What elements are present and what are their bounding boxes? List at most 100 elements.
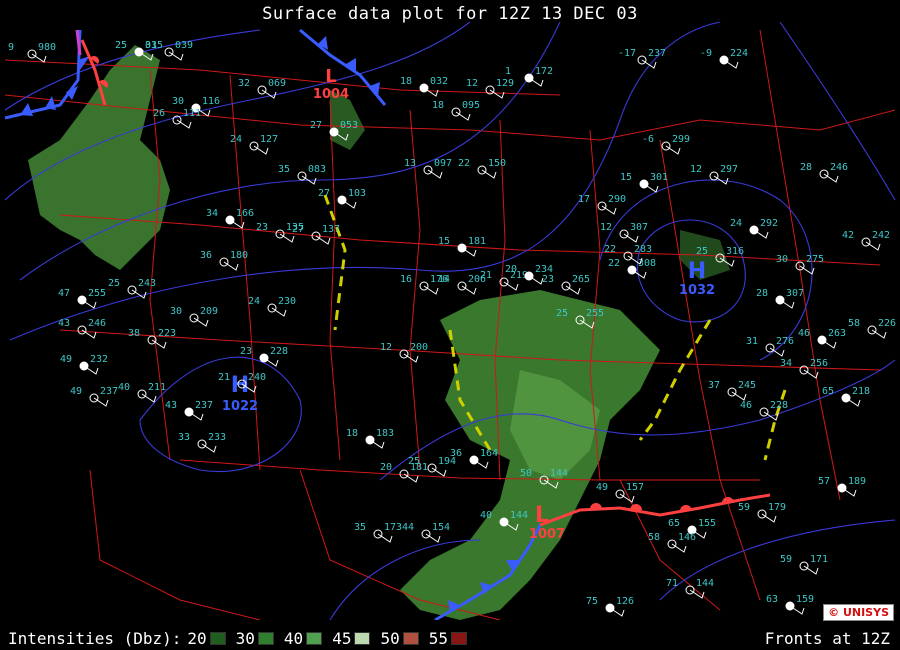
- station-pressure: 228: [270, 346, 288, 357]
- station-temperature: 46: [740, 400, 752, 411]
- station-plot: 18 032: [400, 76, 448, 97]
- station-plot: 24 292: [730, 218, 778, 239]
- station-plot: 28 307: [756, 288, 804, 309]
- wind-barb: [201, 443, 217, 453]
- station-plot: 12 129: [466, 78, 514, 99]
- station-pressure: 176: [430, 274, 448, 285]
- station-plot: -9 224: [700, 48, 748, 69]
- station-pressure: 255: [88, 288, 106, 299]
- low-center-south-value: 1007: [529, 527, 565, 542]
- surface-map-window: Surface data plot for 12Z 13 DEC 03 H 10…: [0, 0, 900, 650]
- station-temperature: 43: [165, 400, 177, 411]
- station-plot: 38 223: [128, 328, 176, 349]
- legend-swatch-40: [306, 632, 323, 645]
- station-pressure: 237: [195, 400, 213, 411]
- station-plot: 49 157: [596, 482, 644, 503]
- station-pressure: 200: [410, 342, 428, 353]
- station-pressure: 127: [260, 134, 278, 145]
- station-plot: 46 228: [740, 400, 788, 421]
- station-plot: 15 181: [438, 236, 486, 257]
- station-pressure: 297: [720, 164, 738, 175]
- station-pressure: 230: [278, 296, 296, 307]
- station-pressure: 246: [88, 318, 106, 329]
- wind-barb: [473, 459, 489, 469]
- station-pressure: 275: [806, 254, 824, 265]
- wind-barb: [779, 299, 795, 309]
- legend-swatch-50: [402, 632, 419, 645]
- station-temperature: 25: [408, 456, 420, 467]
- wind-barb: [223, 261, 239, 271]
- low-center-north: L: [325, 66, 336, 87]
- wind-barb: [871, 329, 887, 339]
- station-pressure: 129: [496, 78, 514, 89]
- wind-barb: [528, 275, 544, 285]
- station-plot: 13 097: [404, 158, 452, 179]
- station-plot: 18 095: [432, 100, 480, 121]
- wind-barb: [753, 229, 769, 239]
- fronts-label: Fronts at 12Z: [764, 629, 890, 648]
- station-temperature: 32: [238, 78, 250, 89]
- station-plot: 28 246: [800, 162, 848, 183]
- wind-barb: [431, 467, 447, 477]
- station-temperature: 20: [505, 264, 517, 275]
- wind-barb: [821, 339, 837, 349]
- station-plot: 49 232: [60, 354, 108, 375]
- station-temperature: 23: [542, 274, 554, 285]
- wind-barb: [565, 285, 581, 295]
- wind-barb: [671, 543, 687, 553]
- station-plot: 75 126: [586, 596, 634, 617]
- station-plot: 30 209: [170, 306, 218, 327]
- legend-level-40: 40: [283, 629, 304, 648]
- station-temperature: 28: [756, 288, 768, 299]
- station-temperature: 63: [766, 594, 778, 605]
- station-plot: 35 173: [354, 522, 402, 543]
- station-pressure: 301: [650, 172, 668, 183]
- station-pressure: 157: [626, 482, 644, 493]
- station-pressure: 111: [183, 108, 201, 119]
- station-pressure: 209: [200, 306, 218, 317]
- station-pressure: 144: [696, 578, 714, 589]
- station-plot: 36 164: [450, 448, 498, 469]
- station-temperature: 57: [818, 476, 830, 487]
- station-pressure: 256: [810, 358, 828, 369]
- station-plot: 49 237: [70, 386, 118, 407]
- wind-barb: [168, 51, 184, 61]
- station-pressure: 246: [830, 162, 848, 173]
- wind-barb: [841, 487, 857, 497]
- station-temperature: 40: [118, 382, 130, 393]
- station-pressure: 276: [776, 336, 794, 347]
- station-pressure: 166: [236, 208, 254, 219]
- wind-barb: [803, 565, 819, 575]
- station-pressure: 137: [322, 224, 340, 235]
- legend-level-45: 45: [332, 629, 352, 648]
- station-pressure: 240: [248, 372, 266, 383]
- station-plot: 43 237: [165, 400, 213, 421]
- wind-barb: [823, 173, 839, 183]
- station-temperature: 34: [206, 208, 218, 219]
- station-plot: 43 246: [58, 318, 106, 339]
- station-temperature: 24: [248, 296, 260, 307]
- wind-barb: [427, 169, 443, 179]
- station-temperature: 47: [58, 288, 70, 299]
- high-center-east: H: [688, 259, 706, 284]
- station-plot: 25 243: [108, 278, 156, 299]
- station-pressure: 237: [648, 48, 666, 59]
- station-pressure: 171: [810, 554, 828, 565]
- station-plot: 71 144: [666, 578, 714, 599]
- weather-map: H 1022 H 1032 L 1007 L 1004 25 03531 0399 9…: [4, 22, 896, 620]
- station-pressure: 245: [738, 380, 756, 391]
- wind-barb: [461, 247, 477, 257]
- unisys-logo: © UNISYS: [823, 604, 894, 621]
- station-temperature: 22: [608, 258, 620, 269]
- wind-barb: [865, 241, 881, 251]
- station-pressure: 307: [630, 222, 648, 233]
- station-temperature: 25: [108, 278, 120, 289]
- wind-barb: [377, 533, 393, 543]
- station-temperature: 27: [310, 120, 322, 131]
- wind-barb: [81, 299, 97, 309]
- map-title: Surface data plot for 12Z 13 DEC 03: [262, 4, 638, 24]
- station-plot: 46 263: [798, 328, 846, 349]
- station-temperature: 46: [798, 328, 810, 339]
- wind-barb: [503, 281, 519, 291]
- station-temperature: 71: [666, 578, 678, 589]
